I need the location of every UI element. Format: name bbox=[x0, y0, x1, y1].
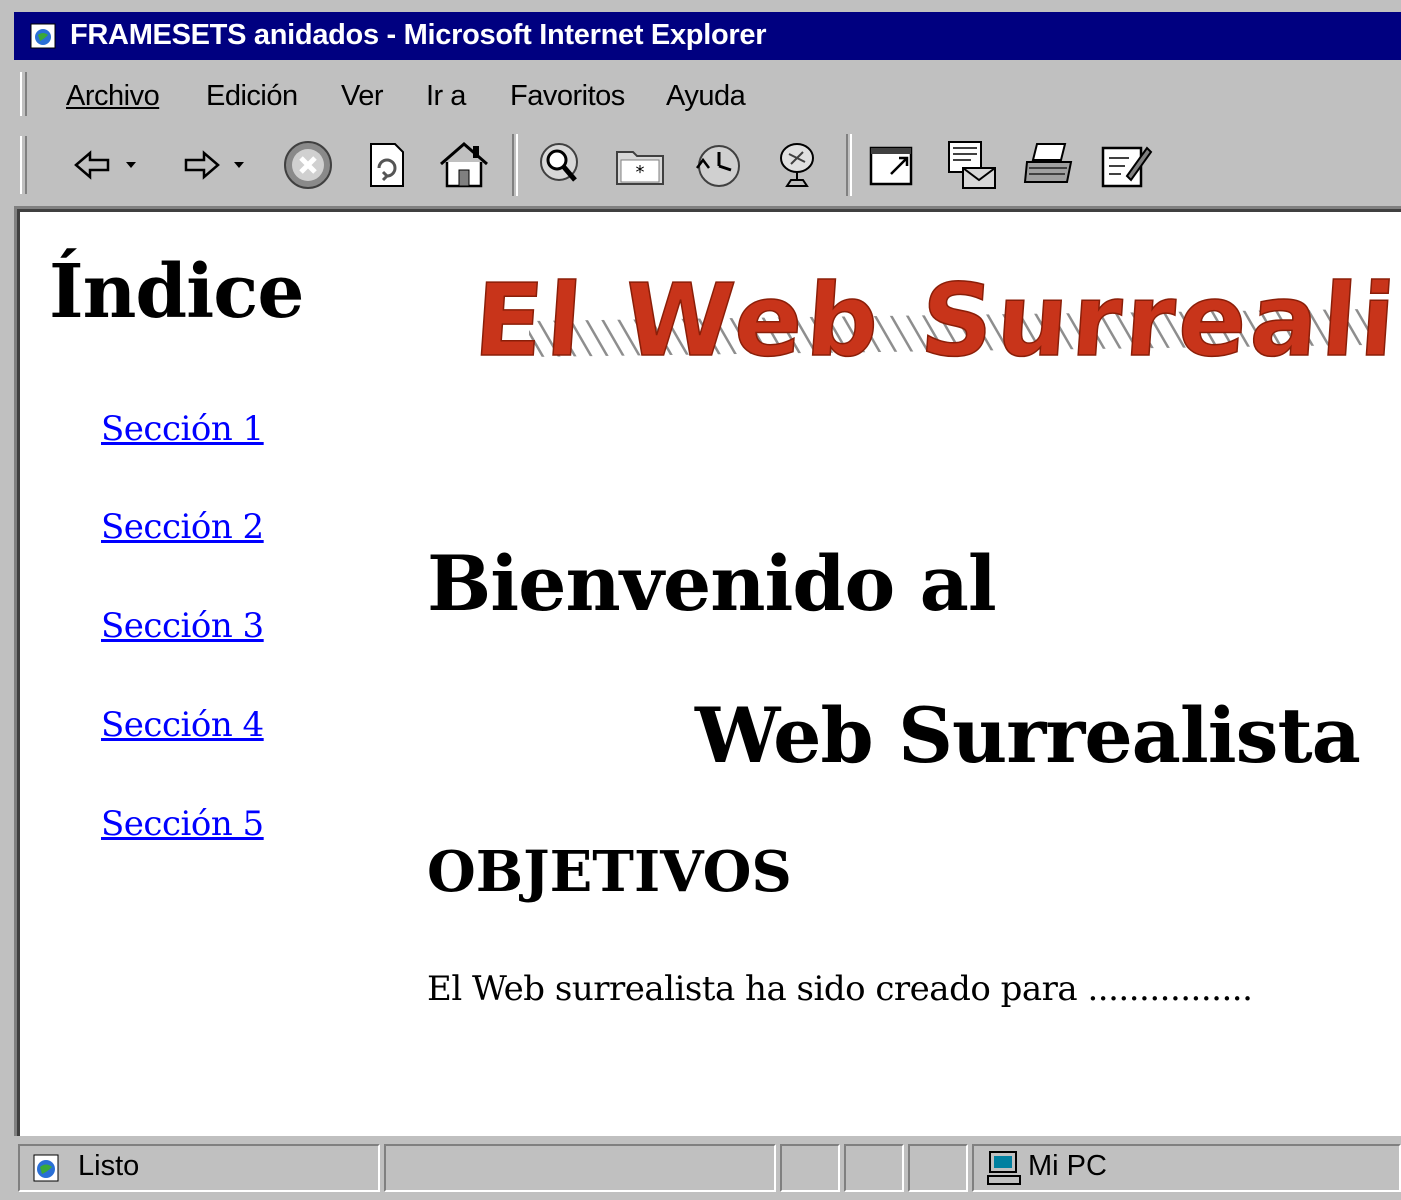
status-pane-small-3 bbox=[908, 1144, 968, 1192]
status-pane-small-1 bbox=[780, 1144, 840, 1192]
back-icon bbox=[74, 150, 136, 180]
fullscreen-button[interactable] bbox=[862, 138, 922, 192]
status-pane-main: Listo bbox=[18, 1144, 380, 1192]
toolbar: * bbox=[14, 126, 1401, 204]
favorites-icon: * bbox=[616, 151, 664, 185]
print-button[interactable] bbox=[1018, 138, 1082, 192]
history-button[interactable] bbox=[686, 138, 750, 192]
stop-button[interactable] bbox=[278, 138, 338, 192]
index-title: Índice bbox=[49, 249, 304, 335]
menu-ver[interactable]: Ver bbox=[341, 80, 384, 113]
objetivos-paragraph: El Web surrealista ha sido creado para .… bbox=[427, 969, 1253, 1009]
back-button[interactable] bbox=[66, 138, 154, 192]
toolbar-separator bbox=[846, 134, 852, 196]
search-button[interactable] bbox=[528, 138, 592, 192]
nav-link-seccion-5[interactable]: Sección 5 bbox=[101, 804, 264, 844]
channels-icon bbox=[780, 143, 814, 187]
page-status-icon bbox=[33, 1154, 59, 1182]
menu-favoritos[interactable]: Favoritos bbox=[510, 80, 625, 113]
print-icon bbox=[1023, 143, 1073, 183]
menu-archivo[interactable]: Archivo bbox=[66, 80, 160, 113]
menu-ir-a[interactable]: Ir a bbox=[426, 80, 466, 113]
mail-icon bbox=[948, 141, 996, 189]
computer-icon bbox=[987, 1151, 1021, 1185]
forward-button[interactable] bbox=[174, 138, 262, 192]
fullscreen-icon bbox=[869, 146, 913, 186]
menu-ayuda[interactable]: Ayuda bbox=[666, 80, 746, 113]
status-bar: Listo Mi PC bbox=[14, 1138, 1401, 1200]
nav-link-seccion-4[interactable]: Sección 4 bbox=[101, 705, 264, 745]
zone-text: Mi PC bbox=[1028, 1150, 1107, 1182]
status-pane-progress bbox=[384, 1144, 776, 1192]
browser-content: Índice Sección 1 Sección 2 Sección 3 Sec… bbox=[14, 206, 1401, 1136]
toolbar-grip bbox=[20, 136, 27, 194]
status-pane-zone: Mi PC bbox=[972, 1144, 1401, 1192]
refresh-icon bbox=[370, 143, 404, 187]
home-icon bbox=[440, 142, 488, 188]
nav-link-seccion-3[interactable]: Sección 3 bbox=[101, 606, 264, 646]
search-icon bbox=[540, 143, 578, 182]
edit-button[interactable] bbox=[1096, 138, 1156, 192]
window-titlebar: FRAMESETS anidados - Microsoft Internet … bbox=[14, 12, 1401, 60]
home-button[interactable] bbox=[432, 138, 496, 192]
nav-link-seccion-1[interactable]: Sección 1 bbox=[101, 409, 264, 449]
ie-page-icon bbox=[30, 23, 56, 49]
welcome-heading-line1: Bienvenido al bbox=[427, 539, 997, 628]
channels-button[interactable] bbox=[766, 138, 830, 192]
menubar-grip bbox=[20, 72, 27, 116]
menu-edicion[interactable]: Edición bbox=[206, 80, 298, 113]
mail-button[interactable] bbox=[940, 138, 1004, 192]
refresh-button[interactable] bbox=[356, 138, 416, 192]
favorites-button[interactable]: * bbox=[608, 138, 672, 192]
edit-icon bbox=[1101, 146, 1153, 188]
toolbar-separator bbox=[512, 134, 518, 196]
status-pane-small-2 bbox=[844, 1144, 904, 1192]
history-icon bbox=[696, 145, 740, 187]
objetivos-heading: OBJETIVOS bbox=[427, 839, 792, 905]
menu-bar: Archivo Edición Ver Ir a Favoritos Ayuda bbox=[14, 62, 1401, 124]
forward-icon bbox=[184, 150, 244, 180]
stop-icon bbox=[284, 141, 332, 189]
surrealist-logo: El Web Surrealista bbox=[470, 261, 1401, 379]
window-title: FRAMESETS anidados - Microsoft Internet … bbox=[70, 19, 767, 51]
logo-text: El Web Surrealista bbox=[471, 262, 1401, 379]
svg-text:*: * bbox=[636, 162, 645, 183]
nav-link-seccion-2[interactable]: Sección 2 bbox=[101, 507, 264, 547]
welcome-heading-line2: Web Surrealista bbox=[695, 691, 1361, 780]
status-text: Listo bbox=[78, 1150, 140, 1182]
